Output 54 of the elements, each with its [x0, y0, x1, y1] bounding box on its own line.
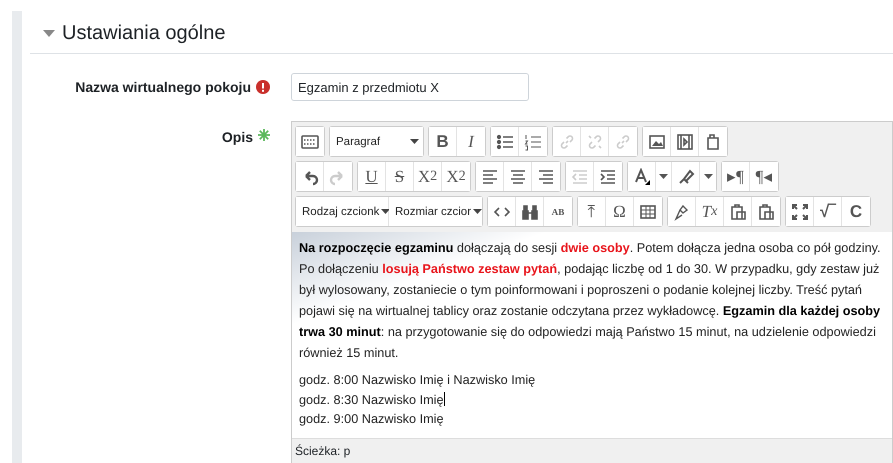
align-left-icon	[480, 168, 498, 186]
toolbar-button[interactable]	[643, 127, 671, 156]
caret-icon	[659, 174, 668, 179]
keyboard-icon	[301, 132, 319, 150]
field-label: Opis	[222, 129, 253, 145]
align-center-icon	[508, 168, 526, 186]
film-icon	[676, 132, 694, 150]
paste-icon	[757, 202, 775, 220]
schedule-line: godz. 8:00 Nazwisko Imię i Nazwisko Imię	[299, 373, 536, 387]
toolbar-button[interactable]: ▸¶	[722, 162, 750, 191]
section-title: Ustawiania ogólne	[62, 22, 226, 45]
toolbar-button[interactable]	[668, 197, 696, 226]
caret-icon	[473, 209, 482, 214]
name-input-field[interactable]: Egzamin z przedmiotu X	[291, 73, 529, 101]
link-icon	[614, 132, 632, 150]
collapse-caret-icon[interactable]	[43, 30, 55, 38]
clipboard-icon	[704, 132, 722, 150]
toolbar-button[interactable]: U	[358, 162, 386, 191]
bullet-list-icon	[496, 132, 514, 150]
element-path: Ścieżka: p	[295, 444, 350, 458]
dropdown-button[interactable]: Rodzaj czcionk	[296, 197, 389, 226]
caret-icon	[381, 209, 390, 214]
dropdown-arrow-button[interactable]	[656, 162, 672, 191]
image-icon	[648, 132, 666, 150]
toolbar-button[interactable]: B	[429, 127, 457, 156]
paste-icon	[728, 202, 746, 220]
link-icon	[558, 132, 576, 150]
fullscreen-icon	[790, 202, 808, 220]
toolbar-button[interactable]	[488, 197, 516, 226]
numbered-list-icon	[524, 132, 542, 150]
binoculars-icon	[520, 202, 538, 220]
dropdown-button[interactable]: Rozmiar czcior	[389, 197, 482, 226]
toolbar-button[interactable]	[296, 162, 324, 191]
unlink-icon	[586, 132, 604, 150]
field-label: Nazwa wirtualnego pokoju	[75, 79, 251, 95]
caret-icon	[704, 174, 712, 179]
text-color-icon	[632, 168, 650, 186]
description-paragraph: Na rozpoczęcie egzaminu dołączają do sesji dwie osoby. Potem dołącza jedna osoba co pół godziny. Po dołączeniu losują Państwo zestaw pytań, podając liczbę od 1 do 30. W przypadku, gdy zestaw już był wylosowany, zostaniecie o tym poinformowani i poproszeni o podanie kolejnej liczby. Treść pytań pojawi się na wirtualnej tablicy oraz zostanie odczytana przez wykładowcę. Egzamin dla każdej osoby trwa 30 minut: na przygotowanie się do odpowiedzi mają Państwo 15 minut, na udzielenie odpowiedzi również 15 minut.	[299, 240, 882, 362]
brush-icon	[672, 202, 690, 220]
dropdown-button[interactable]: Paragraf	[330, 127, 423, 156]
schedule-line: godz. 8:30 Nazwisko Imię	[299, 392, 444, 406]
marker-icon	[676, 168, 694, 186]
indent-icon	[599, 168, 617, 186]
toolbar-button[interactable]: ⤒	[578, 197, 606, 226]
schedule-line: godz. 9:00 Nazwisko Imię	[299, 412, 444, 426]
toolbar-button[interactable]	[628, 162, 656, 191]
toolbar-button[interactable]	[786, 197, 814, 226]
table-icon	[639, 202, 657, 220]
outdent-icon	[570, 168, 588, 186]
align-right-icon	[537, 168, 555, 186]
toolbar-button[interactable]	[476, 162, 504, 191]
toolbar-button[interactable]	[491, 127, 519, 156]
caret-icon	[410, 139, 419, 144]
toolbar-button[interactable]	[296, 127, 324, 156]
